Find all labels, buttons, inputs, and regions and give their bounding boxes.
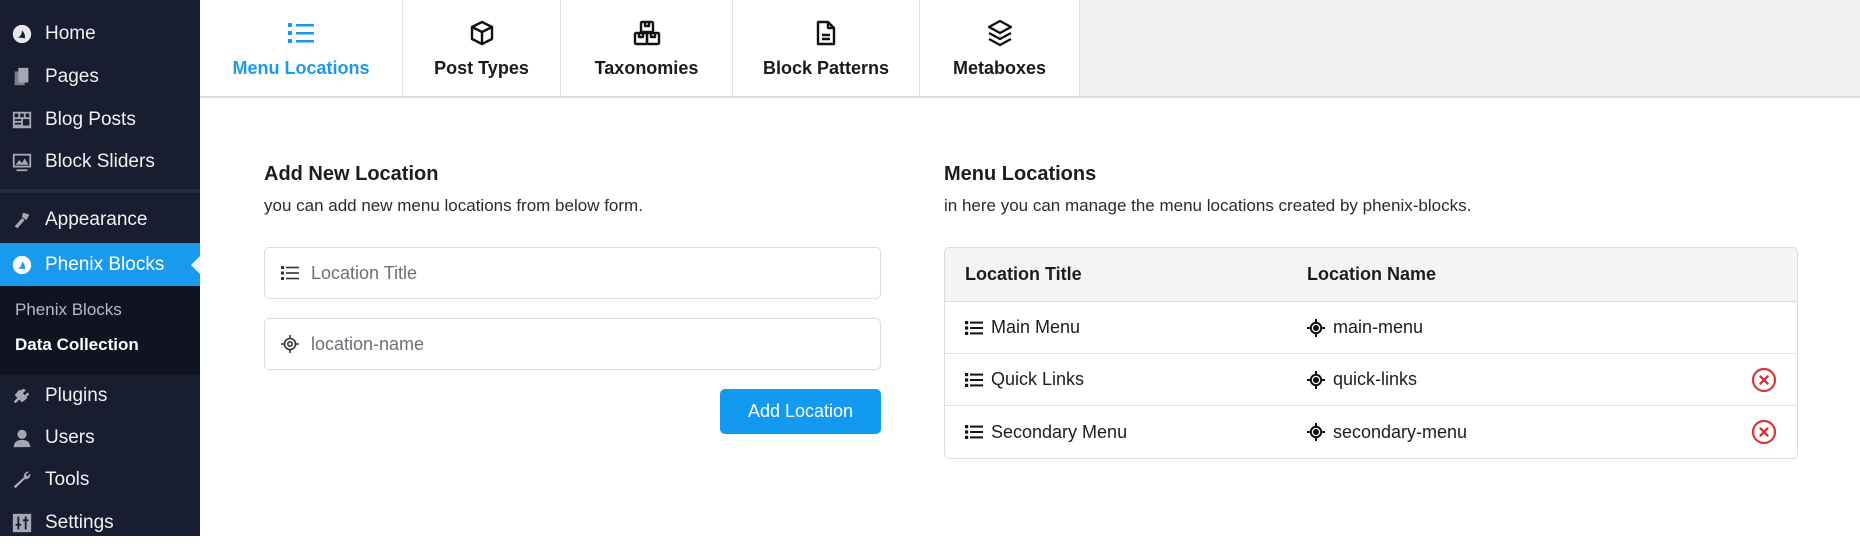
tab-label: Metaboxes <box>952 58 1047 78</box>
add-location-title: Add New Location <box>264 163 439 185</box>
user-icon <box>10 426 34 450</box>
list-icon <box>281 264 299 282</box>
target-icon <box>281 335 299 353</box>
location-title: Quick Links <box>991 369 1085 389</box>
slider-icon <box>10 150 34 174</box>
delete-location-button[interactable] <box>1751 367 1777 393</box>
sidebar-item-label: Plugins <box>45 384 108 406</box>
tab-metaboxes[interactable]: Metaboxes <box>920 0 1080 96</box>
menu-locations-table: Location Title Location Name Main Menu m… <box>944 247 1798 459</box>
sidebar-item-settings[interactable]: Settings <box>0 501 200 544</box>
location-name: quick-links <box>1333 369 1418 389</box>
paintbrush-icon <box>10 208 34 232</box>
location-name: main-menu <box>1333 317 1424 337</box>
tab-block-patterns[interactable]: Block Patterns <box>733 0 920 96</box>
sidebar-item-blog-posts[interactable]: Blog Posts <box>0 98 200 141</box>
sidebar-item-label: Appearance <box>45 208 148 230</box>
table-row: Secondary Menu secondary-menu <box>945 406 1797 458</box>
location-title-cell: Secondary Menu <box>965 406 1127 458</box>
sidebar-item-appearance[interactable]: Appearance <box>0 198 200 241</box>
location-name-cell: main-menu <box>1307 302 1423 353</box>
settings-icon <box>10 511 34 535</box>
table-header: Location Title Location Name <box>945 248 1797 302</box>
sidebar-item-block-sliders[interactable]: Block Sliders <box>0 140 200 183</box>
tab-label: Block Patterns <box>762 58 890 78</box>
sidebar-item-tools[interactable]: Tools <box>0 458 200 501</box>
wrench-icon <box>10 468 34 492</box>
sidebar-item-label: Blog Posts <box>45 108 136 130</box>
submenu-item-data-collection[interactable]: Data Collection <box>15 335 139 355</box>
location-title-cell: Main Menu <box>965 302 1080 353</box>
close-circle-icon <box>1751 367 1777 393</box>
sidebar-item-label: Tools <box>45 468 90 490</box>
sidebar-separator <box>0 189 200 193</box>
sidebar-item-pages[interactable]: Pages <box>0 55 200 98</box>
sidebar-item-home[interactable]: Home <box>0 12 200 55</box>
layers-icon <box>985 18 1015 48</box>
list-icon <box>965 371 983 389</box>
target-icon <box>1307 423 1325 441</box>
close-circle-icon <box>1751 419 1777 445</box>
sidebar-item-plugins[interactable]: Plugins <box>0 374 200 417</box>
sidebar-item-label: Home <box>45 22 96 44</box>
tab-label: Taxonomies <box>594 58 699 78</box>
phenix-logo-icon <box>10 22 34 46</box>
sidebar-item-label: Phenix Blocks <box>45 253 165 275</box>
plugin-icon <box>10 384 34 408</box>
add-location-subtitle: you can add new menu locations from belo… <box>264 196 643 215</box>
submenu-item-phenix-blocks[interactable]: Phenix Blocks <box>15 300 122 320</box>
admin-sidebar: Home Pages Blog Posts Block Sliders Appe… <box>0 0 200 536</box>
list-icon <box>286 18 316 48</box>
target-icon <box>1307 370 1325 389</box>
location-name-field[interactable] <box>264 318 881 370</box>
list-icon <box>965 319 983 337</box>
table-row: Main Menu main-menu <box>945 302 1797 354</box>
sidebar-submenu: Phenix Blocks Data Collection <box>0 286 200 375</box>
location-title-input[interactable] <box>311 262 871 284</box>
location-title: Main Menu <box>991 317 1081 337</box>
menu-locations-title: Menu Locations <box>944 163 1097 185</box>
tab-bar: Menu Locations Post Types Taxonomies Blo… <box>200 0 1860 98</box>
tab-menu-locations[interactable]: Menu Locations <box>200 0 403 96</box>
tab-taxonomies[interactable]: Taxonomies <box>561 0 733 96</box>
blog-posts-icon <box>10 108 34 132</box>
document-icon <box>811 18 841 48</box>
tab-post-types[interactable]: Post Types <box>403 0 561 96</box>
location-name-cell: quick-links <box>1307 354 1417 405</box>
target-icon <box>1307 318 1325 337</box>
sidebar-item-label: Settings <box>45 511 114 533</box>
sidebar-item-label: Pages <box>45 65 99 87</box>
tab-label: Menu Locations <box>232 58 370 78</box>
delete-location-button[interactable] <box>1751 419 1777 445</box>
pages-icon <box>10 65 34 89</box>
active-indicator-arrow <box>191 256 200 274</box>
cube-icon <box>467 18 497 48</box>
sidebar-item-phenix-blocks[interactable]: Phenix Blocks <box>0 243 200 286</box>
tab-label: Post Types <box>434 58 529 78</box>
add-location-button[interactable]: Add Location <box>720 389 881 434</box>
menu-locations-subtitle: in here you can manage the menu location… <box>944 196 1472 215</box>
table-row: Quick Links quick-links <box>945 354 1797 406</box>
location-title-cell: Quick Links <box>965 354 1084 405</box>
sidebar-item-users[interactable]: Users <box>0 416 200 459</box>
phenix-logo-icon <box>10 253 34 277</box>
list-icon <box>965 423 983 441</box>
location-title-field[interactable] <box>264 247 881 299</box>
boxes-icon <box>632 18 662 48</box>
column-header-location-name: Location Name <box>1307 264 1437 284</box>
location-name-input[interactable] <box>311 333 871 355</box>
column-header-location-title: Location Title <box>965 264 1082 284</box>
location-name-cell: secondary-menu <box>1307 406 1467 458</box>
sidebar-item-label: Block Sliders <box>45 150 155 172</box>
location-name: secondary-menu <box>1333 421 1468 442</box>
location-title: Secondary Menu <box>991 421 1128 442</box>
sidebar-item-label: Users <box>45 426 95 448</box>
